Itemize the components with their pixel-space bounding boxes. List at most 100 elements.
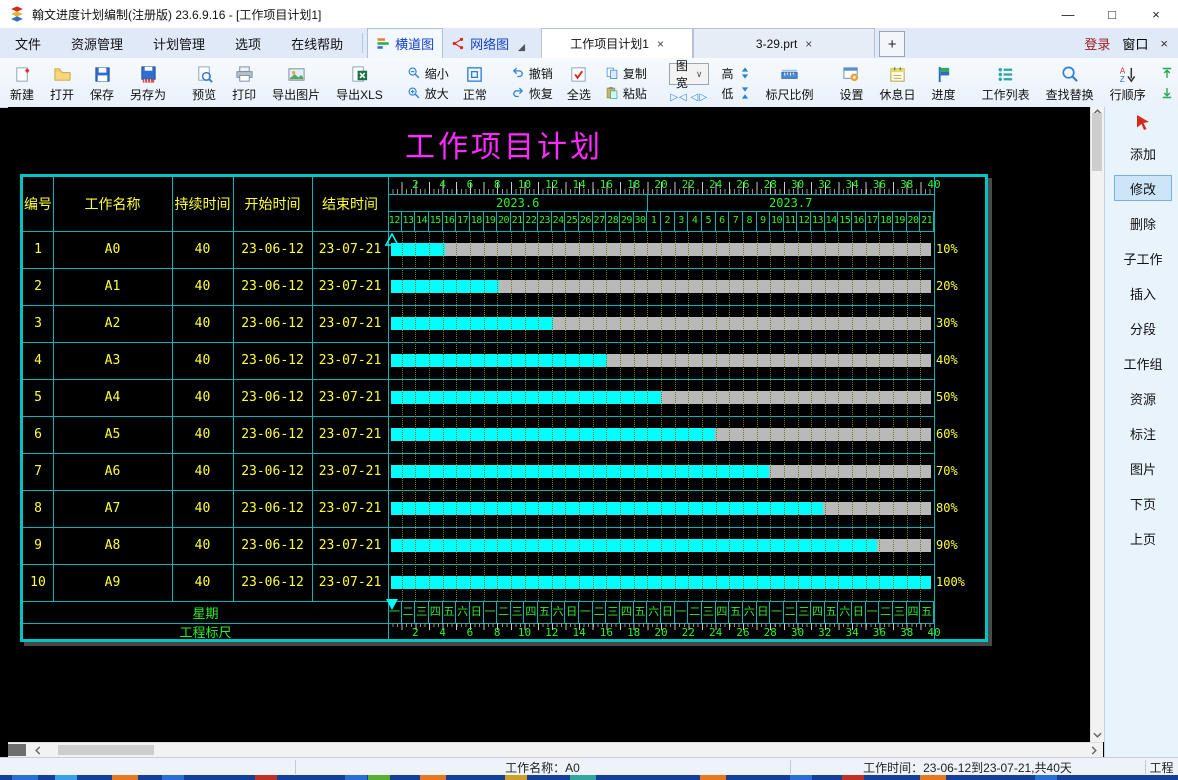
bar-width-dropdown[interactable]: 图 宽 ∨ <box>668 59 710 90</box>
gantt-bar-progress[interactable] <box>391 428 715 441</box>
start-date-cell[interactable]: 23-06-12 <box>233 268 312 305</box>
select-cursor-icon[interactable] <box>1133 112 1153 132</box>
row-number-cell[interactable]: 4 <box>23 342 53 379</box>
gantt-bar-progress[interactable] <box>391 243 445 256</box>
gantt-bar-remaining[interactable] <box>877 539 931 552</box>
task-name-cell[interactable]: A5 <box>53 416 172 453</box>
duration-cell[interactable]: 40 <box>172 453 233 490</box>
row-number-cell[interactable]: 8 <box>23 490 53 527</box>
sidebar-prev-page[interactable]: 上页 <box>1114 525 1172 551</box>
save-as-button[interactable]: 另存为 <box>122 60 174 105</box>
horizontal-scroll-thumb[interactable] <box>58 745 154 755</box>
task-name-cell[interactable]: A4 <box>53 379 172 416</box>
end-date-cell[interactable]: 23-07-21 <box>312 268 388 305</box>
duration-cell[interactable]: 40 <box>172 564 233 601</box>
print-button[interactable]: 打印 <box>224 60 264 105</box>
task-name-cell[interactable]: A9 <box>53 564 172 601</box>
duration-cell[interactable]: 40 <box>172 305 233 342</box>
login-link[interactable]: 登录 <box>1084 34 1110 53</box>
row-number-cell[interactable]: 1 <box>23 231 53 268</box>
gantt-bar-remaining[interactable] <box>607 354 931 367</box>
start-date-cell[interactable]: 23-06-12 <box>233 305 312 342</box>
gantt-bar-remaining[interactable] <box>715 428 931 441</box>
menu-online-help[interactable]: 在线帮助 <box>276 28 358 58</box>
scroll-left-icon[interactable] <box>34 746 42 755</box>
end-date-cell[interactable]: 23-07-21 <box>312 305 388 342</box>
end-date-cell[interactable]: 23-07-21 <box>312 416 388 453</box>
scroll-right-icon[interactable] <box>1090 746 1098 755</box>
row-number-cell[interactable]: 5 <box>23 379 53 416</box>
export-xls-button[interactable]: 导出XLS <box>328 60 391 105</box>
row-number-cell[interactable]: 2 <box>23 268 53 305</box>
duration-cell[interactable]: 40 <box>172 231 233 268</box>
minimize-button[interactable]: — <box>1046 0 1090 28</box>
undo-button[interactable]: 撤销 <box>511 63 553 83</box>
end-date-cell[interactable]: 23-07-21 <box>312 564 388 601</box>
zoom-out-button[interactable]: 缩小 <box>407 63 449 83</box>
menu-options[interactable]: 选项 <box>220 28 276 58</box>
duration-cell[interactable]: 40 <box>172 268 233 305</box>
row-number-cell[interactable]: 7 <box>23 453 53 490</box>
row-number-cell[interactable]: 10 <box>23 564 53 601</box>
gantt-canvas[interactable]: 工作项目计划 编号 工作名称 持续时间 开始时间 结束时间 2 4 6 8 10 12 14 16 18 2… <box>8 107 1090 742</box>
widen-bar-button[interactable]: ◁▷ <box>691 92 708 103</box>
move-down-button[interactable]: 下移 <box>1160 83 1178 103</box>
start-date-cell[interactable]: 23-06-12 <box>233 527 312 564</box>
sidebar-segment[interactable]: 分段 <box>1114 315 1172 341</box>
export-image-button[interactable]: 导出图片 <box>264 60 328 105</box>
task-name-cell[interactable]: A2 <box>53 305 172 342</box>
sidebar-sub-task[interactable]: 子工作 <box>1114 245 1172 271</box>
gantt-view-button[interactable]: 横道图 <box>367 28 444 58</box>
close-button[interactable]: × <box>1134 0 1178 28</box>
end-date-cell[interactable]: 23-07-21 <box>312 490 388 527</box>
redo-button[interactable]: 恢复 <box>511 83 553 103</box>
new-button[interactable]: 新建 <box>2 60 42 105</box>
end-date-cell[interactable]: 23-07-21 <box>312 342 388 379</box>
task-name-cell[interactable]: A7 <box>53 490 172 527</box>
duration-cell[interactable]: 40 <box>172 379 233 416</box>
start-date-cell[interactable]: 23-06-12 <box>233 231 312 268</box>
row-height-increase-button[interactable]: 高 <box>721 63 751 83</box>
start-date-cell[interactable]: 23-06-12 <box>233 379 312 416</box>
sidebar-annotation[interactable]: 标注 <box>1114 420 1172 446</box>
duration-cell[interactable]: 40 <box>172 342 233 379</box>
start-date-cell[interactable]: 23-06-12 <box>233 564 312 601</box>
select-all-button[interactable]: 全选 <box>559 60 599 105</box>
view-more-icon[interactable] <box>517 28 527 58</box>
duration-cell[interactable]: 40 <box>172 527 233 564</box>
horizontal-scrollbar[interactable] <box>8 742 1103 758</box>
end-date-cell[interactable]: 23-07-21 <box>312 453 388 490</box>
gantt-bar-progress[interactable] <box>391 354 607 367</box>
start-date-cell[interactable]: 23-06-12 <box>233 342 312 379</box>
paste-button[interactable]: 粘贴 <box>605 83 647 103</box>
scroll-down-icon[interactable] <box>1093 731 1102 739</box>
start-date-cell[interactable]: 23-06-12 <box>233 416 312 453</box>
vertical-scroll-thumb[interactable] <box>1092 113 1102 171</box>
sidebar-delete[interactable]: 删除 <box>1114 210 1172 236</box>
sidebar-next-page[interactable]: 下页 <box>1114 490 1172 516</box>
sidebar-image[interactable]: 图片 <box>1114 455 1172 481</box>
duration-cell[interactable]: 40 <box>172 416 233 453</box>
pane-splitter-handle[interactable] <box>8 744 26 756</box>
network-view-button[interactable]: 网络图 <box>443 28 517 58</box>
work-list-button[interactable]: 工作列表 <box>974 60 1038 105</box>
sidebar-resource[interactable]: 资源 <box>1114 385 1172 411</box>
progress-button[interactable]: 进度 <box>924 60 964 105</box>
zoom-in-button[interactable]: 放大 <box>407 83 449 103</box>
task-name-cell[interactable]: A0 <box>53 231 172 268</box>
sidebar-add[interactable]: 添加 <box>1114 140 1172 166</box>
menu-plan-management[interactable]: 计划管理 <box>138 28 220 58</box>
row-number-cell[interactable]: 3 <box>23 305 53 342</box>
move-up-button[interactable]: 上移 <box>1160 63 1178 83</box>
start-date-cell[interactable]: 23-06-12 <box>233 453 312 490</box>
row-order-button[interactable]: A Z 行顺序 <box>1102 60 1154 105</box>
sidebar-work-group[interactable]: 工作组 <box>1114 350 1172 376</box>
row-height-decrease-button[interactable]: 低 <box>721 83 751 103</box>
row-number-cell[interactable]: 6 <box>23 416 53 453</box>
maximize-button[interactable]: □ <box>1090 0 1134 28</box>
row-number-cell[interactable]: 9 <box>23 527 53 564</box>
sidebar-insert[interactable]: 插入 <box>1114 280 1172 306</box>
save-button[interactable]: 保存 <box>82 60 122 105</box>
ruler-scale-button[interactable]: 标尺比例 <box>758 60 822 105</box>
end-date-cell[interactable]: 23-07-21 <box>312 527 388 564</box>
